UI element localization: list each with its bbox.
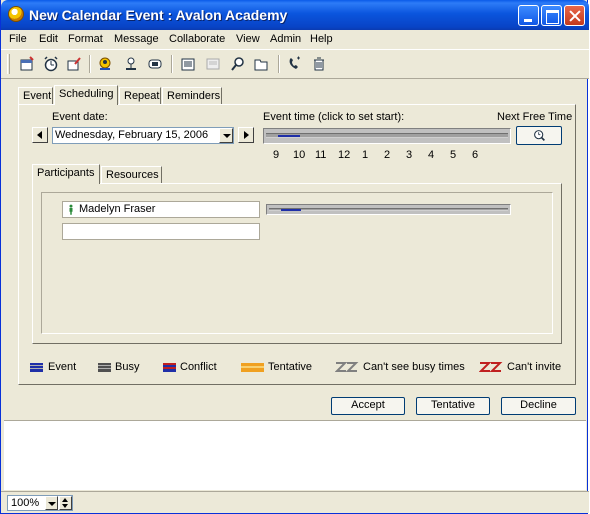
hour-label: 4 — [428, 149, 435, 161]
legend-event-swatch — [30, 363, 43, 372]
tab-repeat[interactable]: Repeat — [119, 87, 161, 105]
toolbar — [1, 49, 589, 79]
time-track — [269, 207, 508, 211]
toolbar-separator — [89, 55, 91, 73]
user-icon[interactable] — [122, 55, 140, 73]
hour-label: 2 — [384, 149, 391, 161]
chevron-down-icon[interactable] — [45, 496, 58, 510]
event-time-label: Event time (click to set start): — [263, 111, 405, 123]
legend-event: Event — [48, 361, 77, 373]
tab-reminders[interactable]: Reminders — [162, 87, 222, 105]
tentative-button[interactable]: Tentative — [416, 397, 490, 415]
status-bar: 100% — [1, 491, 589, 513]
event-time-bar[interactable] — [263, 128, 511, 144]
event-date-value: Wednesday, February 15, 2006 — [55, 129, 209, 141]
menu-collaborate[interactable]: Collaborate — [169, 33, 225, 45]
legend-cant-invite-swatch — [479, 362, 503, 372]
zoom-control[interactable]: 100% — [7, 495, 73, 511]
menu-view[interactable]: View — [236, 33, 260, 45]
clock-search-icon — [533, 130, 545, 141]
next-day-button[interactable] — [238, 127, 254, 143]
maximize-button[interactable] — [541, 5, 562, 26]
menu-admin[interactable]: Admin — [270, 33, 301, 45]
decline-button[interactable]: Decline — [501, 397, 576, 415]
participant-name: Madelyn Fraser — [79, 203, 156, 215]
legend-cant-see-busy-swatch — [335, 362, 359, 372]
window-title: New Calendar Event : Avalon Academy — [29, 7, 288, 23]
legend-tentative-swatch — [241, 363, 264, 372]
title-bar[interactable]: New Calendar Event : Avalon Academy — [1, 0, 589, 30]
event-date-dropdown[interactable]: Wednesday, February 15, 2006 — [52, 127, 234, 144]
menu-bar: File Edit Format Message Collaborate Vie… — [1, 30, 589, 49]
menu-message[interactable]: Message — [114, 33, 159, 45]
alarm-icon[interactable] — [42, 55, 60, 73]
legend-tentative: Tentative — [268, 361, 313, 373]
time-track — [266, 133, 508, 138]
zoom-value: 100% — [11, 497, 40, 509]
print-icon[interactable] — [179, 55, 197, 73]
legend-cant-invite: Can't invite — [507, 361, 562, 373]
previous-day-button[interactable] — [32, 127, 48, 143]
tab-participants[interactable]: Participants — [32, 164, 100, 184]
close-button[interactable] — [564, 5, 585, 26]
hour-label: 9 — [273, 149, 280, 161]
accept-button[interactable]: Accept — [331, 397, 405, 415]
person-icon — [69, 204, 73, 215]
delete-icon[interactable] — [310, 55, 328, 73]
hour-label: 11 — [315, 149, 327, 161]
event-date-label: Event date: — [52, 111, 108, 123]
edit-icon[interactable] — [65, 55, 83, 73]
menu-help[interactable]: Help — [310, 33, 333, 45]
tab-event[interactable]: Event — [18, 87, 53, 105]
attach-icon[interactable] — [146, 55, 164, 73]
toolbar-grip[interactable] — [7, 54, 10, 74]
legend-conflict-swatch — [163, 363, 176, 372]
event-time-marker — [281, 208, 301, 211]
hour-label: 3 — [406, 149, 413, 161]
spinner-icon[interactable] — [59, 496, 72, 510]
legend-busy-swatch — [98, 363, 111, 372]
menu-edit[interactable]: Edit — [39, 33, 58, 45]
print-preview-icon — [204, 55, 222, 73]
message-body[interactable] — [4, 420, 586, 490]
hour-label: 12 — [338, 149, 351, 161]
next-free-time-button[interactable] — [516, 126, 562, 145]
find-icon[interactable] — [229, 55, 247, 73]
tab-scheduling[interactable]: Scheduling — [54, 85, 118, 105]
hour-label: 5 — [450, 149, 457, 161]
chevron-down-icon[interactable] — [219, 128, 233, 143]
new-participant-input[interactable] — [62, 223, 260, 240]
folder-icon[interactable] — [252, 55, 270, 73]
tab-resources[interactable]: Resources — [101, 166, 162, 184]
legend-busy: Busy — [115, 361, 140, 373]
next-free-time-label: Next Free Time — [497, 111, 573, 123]
menu-file[interactable]: File — [9, 33, 27, 45]
phone-icon[interactable] — [285, 55, 303, 73]
legend-cant-see-busy-times: Can't see busy times — [363, 361, 465, 373]
toolbar-separator — [171, 55, 173, 73]
app-icon — [8, 6, 24, 22]
toolbar-separator — [278, 55, 280, 73]
participant-row[interactable]: Madelyn Fraser — [62, 201, 260, 218]
menu-format[interactable]: Format — [68, 33, 103, 45]
address-book-icon[interactable] — [96, 55, 114, 73]
hour-label: 1 — [362, 149, 369, 161]
participant-availability-bar — [266, 204, 511, 215]
new-appointment-icon[interactable] — [18, 55, 36, 73]
hour-label: 6 — [472, 149, 479, 161]
hour-label: 10 — [293, 149, 306, 161]
minimize-button[interactable] — [518, 5, 539, 26]
legend-conflict: Conflict — [180, 361, 217, 373]
calendar-event-window: New Calendar Event : Avalon Academy File… — [0, 0, 589, 514]
event-time-marker[interactable] — [278, 135, 300, 137]
